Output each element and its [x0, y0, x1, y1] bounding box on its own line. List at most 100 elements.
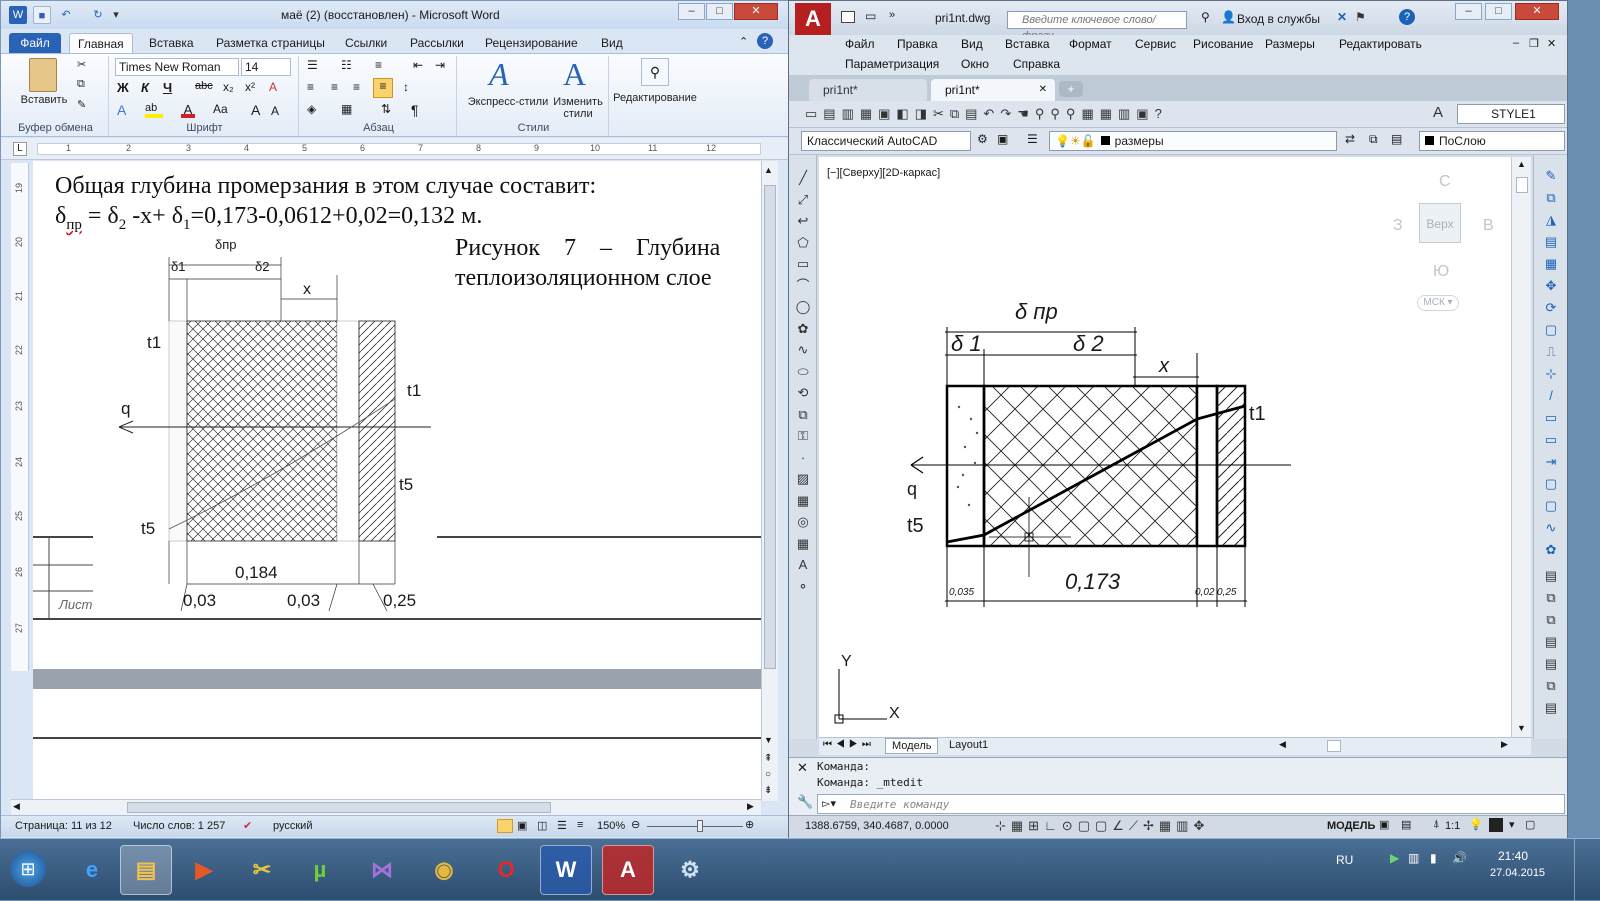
font-name-combo[interactable]: Times New Roman: [115, 58, 239, 76]
copy-icon[interactable]: ⧉: [77, 78, 85, 91]
document-page[interactable]: Общая глубина промерзания в этом случае …: [33, 161, 761, 669]
canvas-vscrollbar[interactable]: ▲ ▼: [1511, 157, 1531, 737]
layer-combo[interactable]: 💡☀🔓 размеры: [1049, 131, 1337, 151]
menu-window[interactable]: Окно: [961, 57, 989, 71]
cad-drawing[interactable]: [819, 157, 1511, 737]
zoom-slider-track[interactable]: [647, 826, 743, 827]
next-page-icon[interactable]: ⇟: [764, 785, 772, 796]
menu-file[interactable]: Файл: [845, 37, 875, 51]
close-button[interactable]: ✕: [734, 3, 778, 20]
change-case-icon[interactable]: Aa: [213, 102, 228, 116]
paste-icon[interactable]: [29, 58, 57, 92]
save-icon[interactable]: ■: [33, 6, 51, 24]
menu-view[interactable]: Вид: [961, 37, 983, 51]
annotation-scale-icon[interactable]: ⍋: [1433, 818, 1440, 831]
more-tools-icon[interactable]: »: [889, 9, 895, 21]
align-center-icon[interactable]: ≡: [331, 80, 338, 94]
cmd-settings-icon[interactable]: 🔧: [797, 794, 813, 810]
scroll-thumb[interactable]: [764, 185, 776, 669]
text-style-icon[interactable]: A: [1433, 104, 1443, 121]
opera-icon[interactable]: O: [480, 845, 532, 895]
tab-home[interactable]: Главная: [69, 33, 133, 53]
media-player-icon[interactable]: ▶: [178, 845, 230, 895]
signal-icon[interactable]: ▮: [1430, 851, 1437, 865]
align-right-icon[interactable]: ≡: [353, 80, 360, 94]
change-styles-button[interactable]: Изменить стили: [551, 96, 605, 120]
highlight-icon[interactable]: ab: [145, 102, 163, 118]
draft-icon[interactable]: ≡: [577, 819, 583, 831]
zoom-level[interactable]: 150%: [597, 820, 625, 832]
quick-access-dropdown-icon[interactable]: ▾: [111, 6, 121, 24]
layer-states-icon[interactable]: ⧉: [1369, 132, 1378, 147]
zoom-slider-thumb[interactable]: [697, 820, 703, 832]
express-styles-button[interactable]: Экспресс-стили: [463, 96, 553, 108]
menu-insert[interactable]: Вставка: [1005, 37, 1050, 51]
explorer-icon[interactable]: ▤: [120, 845, 172, 895]
doc-close-icon[interactable]: ✕: [1547, 37, 1556, 50]
shrink-font-icon[interactable]: A: [271, 104, 279, 118]
drawing-tab-2[interactable]: pri1nt* ✕: [931, 79, 1055, 101]
new-tab-icon[interactable]: +: [1059, 81, 1083, 97]
clear-format-icon[interactable]: A: [269, 80, 277, 94]
format-painter-icon[interactable]: ✎: [77, 98, 86, 111]
line-spacing-icon[interactable]: ↕: [403, 80, 409, 94]
tab-insert[interactable]: Вставка: [141, 33, 202, 53]
hscroll-thumb[interactable]: [1327, 740, 1341, 752]
workspace-settings-icon[interactable]: ⚙: [977, 132, 988, 146]
text-style-combo[interactable]: STYLE1: [1457, 104, 1565, 124]
menu-parametric[interactable]: Параметризация: [845, 57, 939, 71]
tab-references[interactable]: Ссылки: [337, 33, 395, 53]
underline-icon[interactable]: Ч: [163, 80, 172, 95]
model-space-toggle[interactable]: МОДЕЛЬ: [1327, 820, 1375, 832]
word-taskbar-icon[interactable]: W: [540, 845, 592, 895]
layer-previous-icon[interactable]: ⇄: [1345, 132, 1355, 146]
cut-icon[interactable]: ✂: [77, 58, 86, 71]
draw-toolbar-icons[interactable]: ╱ ⤢ ↩ ⬠ ▭ ⌒ ◯ ✿ ∿ ⬭ ⟲ ⧉ ⚿ · ▨ ▦ ◎ ▦ A ⚬: [794, 167, 812, 597]
bold-icon[interactable]: Ж: [117, 80, 129, 95]
maximize-button[interactable]: □: [706, 3, 733, 20]
menu-draw[interactable]: Рисование: [1193, 37, 1253, 51]
zoom-out-icon[interactable]: ⊖: [631, 818, 640, 831]
shading-icon[interactable]: ◈: [307, 102, 316, 116]
vertical-scrollbar[interactable]: ▲ ▼ ⇞ ○ ⇟: [761, 161, 778, 801]
text-effects-icon[interactable]: A: [117, 102, 126, 118]
show-marks-icon[interactable]: ¶: [411, 102, 419, 118]
subscript-icon[interactable]: x₂: [223, 80, 234, 94]
command-input[interactable]: ▻▾ Введите команду: [817, 794, 1565, 814]
tab-close-icon[interactable]: ✕: [1039, 79, 1047, 101]
zoom-in-icon[interactable]: ⊕: [745, 818, 754, 831]
cmd-close-icon[interactable]: ✕: [797, 760, 808, 776]
status-words[interactable]: Число слов: 1 257: [133, 820, 225, 832]
internet-explorer-icon[interactable]: e: [66, 845, 118, 895]
start-button[interactable]: ⊞: [10, 851, 46, 887]
binoculars-icon[interactable]: ⚲: [641, 58, 669, 86]
model-space-canvas[interactable]: [−][Сверху][2D-каркас] С З В Верх Ю МСК …: [819, 157, 1511, 737]
tab-selector-icon[interactable]: L: [13, 142, 27, 156]
quick-view-drawings-icon[interactable]: ▤: [1401, 818, 1411, 831]
ribbon-minimize-icon[interactable]: ⌃: [739, 35, 748, 48]
chrome-icon[interactable]: ◉: [418, 845, 470, 895]
login-button[interactable]: Вход в службы: [1237, 12, 1320, 26]
cursor-coordinates[interactable]: 1388.6759, 340.4687, 0.0000: [805, 820, 949, 832]
binoculars-icon[interactable]: ⚲: [1201, 10, 1210, 24]
modify-toolbar-icons-2[interactable]: ▤ ⧉ ⧉ ▤ ▤ ⧉ ▤: [1542, 565, 1560, 719]
menu-dimensions[interactable]: Размеры: [1265, 37, 1315, 51]
italic-icon[interactable]: К: [141, 80, 149, 95]
strikethrough-icon[interactable]: abc: [195, 80, 213, 92]
clock-date[interactable]: 27.04.2015: [1490, 867, 1545, 879]
workspace-icon[interactable]: ▣: [997, 132, 1008, 146]
tab-model[interactable]: Модель: [885, 738, 939, 754]
visual-studio-icon[interactable]: ⋈: [356, 845, 408, 895]
web-layout-icon[interactable]: ◫: [537, 819, 547, 832]
minimize-button[interactable]: –: [1455, 3, 1482, 20]
scroll-right-icon[interactable]: ▶: [747, 801, 754, 812]
menu-modify[interactable]: Редактировать: [1339, 37, 1422, 51]
status-menu-icon[interactable]: ▾: [1509, 818, 1515, 831]
autocad-logo-icon[interactable]: A: [795, 3, 831, 35]
sort-icon[interactable]: ⇅: [381, 102, 391, 116]
make-current-icon[interactable]: ▤: [1391, 132, 1402, 146]
volume-icon[interactable]: 🔊: [1452, 851, 1467, 865]
clock-time[interactable]: 21:40: [1498, 849, 1528, 863]
browse-object-icon[interactable]: ○: [765, 769, 771, 780]
outline-icon[interactable]: ☰: [557, 819, 567, 832]
